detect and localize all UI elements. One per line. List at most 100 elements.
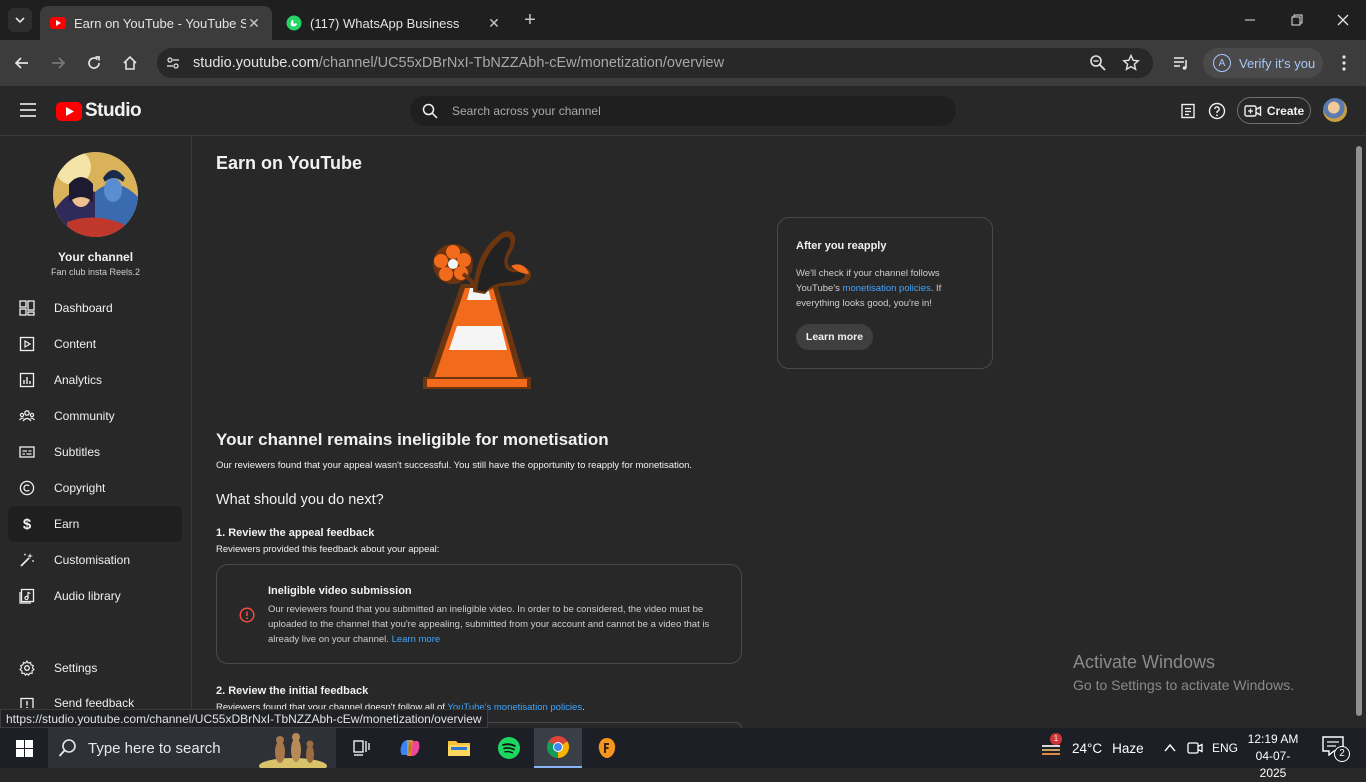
home-icon	[123, 55, 137, 70]
sidebar-item-label: Subtitles	[54, 445, 101, 459]
url-host: studio.youtube.com	[193, 55, 319, 71]
close-tab-icon[interactable]: ✕	[486, 15, 502, 32]
forward-button[interactable]	[46, 51, 70, 75]
error-icon	[239, 607, 255, 623]
channel-avatar[interactable]	[53, 152, 138, 237]
sidebar-item-label: Settings	[54, 661, 98, 675]
reload-icon	[88, 56, 100, 69]
task-view-icon	[353, 740, 370, 756]
monetisation-policies-link[interactable]: monetisation policies	[843, 283, 931, 294]
hamburger-menu-icon[interactable]	[19, 102, 37, 118]
bookmark-star-icon[interactable]	[1122, 53, 1140, 72]
weather-widget[interactable]: 1 24°C Haze	[1040, 733, 1144, 763]
windows-logo-icon	[15, 739, 33, 757]
site-info-icon[interactable]	[164, 54, 182, 72]
weather-description: Haze	[1112, 740, 1144, 756]
create-button[interactable]: Create	[1237, 97, 1311, 124]
close-window-button[interactable]	[1333, 10, 1353, 30]
taskbar-spotify-button[interactable]	[494, 733, 524, 763]
tab-whatsapp-business[interactable]: (117) WhatsApp Business ✕	[276, 6, 512, 40]
create-label: Create	[1266, 103, 1305, 118]
minimize-window-button[interactable]	[1240, 10, 1260, 30]
learn-more-button[interactable]: Learn more	[796, 324, 873, 350]
verify-label: Verify it's you	[1239, 55, 1316, 71]
sidebar-item-settings[interactable]: Settings	[8, 650, 182, 686]
weather-icon: 1	[1040, 733, 1062, 759]
studio-logo[interactable]: Studio	[56, 100, 142, 122]
sidebar-item-label: Customisation	[54, 553, 131, 567]
sidebar-item-analytics[interactable]: Analytics	[8, 362, 182, 398]
task-view-button[interactable]	[347, 733, 377, 763]
show-hidden-icons-button[interactable]	[1162, 740, 1178, 756]
create-video-icon	[1244, 104, 1262, 117]
notification-count-badge: 2	[1334, 746, 1350, 762]
back-button[interactable]	[10, 51, 34, 75]
restore-window-button[interactable]	[1287, 10, 1307, 30]
sidebar-item-label: Dashboard	[54, 301, 113, 315]
input-language-indicator[interactable]: ENG	[1212, 741, 1238, 755]
account-avatar[interactable]	[1323, 98, 1347, 122]
taskbar-search-placeholder: Type here to search	[88, 739, 221, 757]
reapply-card-text: We'll check if your channel follows YouT…	[796, 266, 976, 311]
sidebar-item-send-feedback[interactable]: Send feedback	[8, 686, 182, 708]
notification-center-button[interactable]: 2	[1322, 736, 1350, 762]
media-controls-icon[interactable]	[1172, 54, 1190, 72]
feedback-learn-more-link[interactable]: Learn more	[392, 634, 441, 645]
youtube-logo-icon	[56, 101, 82, 121]
tab-search-button[interactable]	[8, 8, 32, 32]
tab-title: Earn on YouTube - YouTube Stu	[74, 15, 246, 31]
tab-earn-on-youtube[interactable]: Earn on YouTube - YouTube Stu ✕	[40, 6, 272, 40]
new-tab-button[interactable]: +	[520, 10, 540, 30]
sidebar-item-subtitles[interactable]: Subtitles	[8, 434, 182, 470]
taskbar-clock[interactable]: 12:19 AM 04-07-2025	[1244, 731, 1302, 782]
close-tab-icon[interactable]: ✕	[246, 15, 262, 32]
feedback-card-body: Our reviewers found that you submitted a…	[268, 604, 710, 645]
audio-library-icon	[18, 587, 36, 605]
sidebar-item-community[interactable]: Community	[8, 398, 182, 434]
spotify-icon	[498, 737, 520, 759]
feedback-icon[interactable]	[1180, 103, 1196, 119]
sidebar-item-customisation[interactable]: Customisation	[8, 542, 182, 578]
sidebar-item-audio-library[interactable]: Audio library	[8, 578, 182, 614]
taskbar-chrome-button[interactable]	[534, 728, 582, 768]
windows-start-button[interactable]	[0, 728, 48, 768]
home-button[interactable]	[118, 51, 142, 75]
sidebar-item-dashboard[interactable]: Dashboard	[8, 290, 182, 326]
verify-profile-button[interactable]: A Verify it's you	[1203, 48, 1323, 78]
next-steps-title: What should you do next?	[216, 492, 384, 508]
step-1-text: Reviewers provided this feedback about y…	[216, 544, 440, 555]
youtube-studio-favicon-icon	[50, 17, 66, 29]
url-text[interactable]: studio.youtube.com/channel/UC55xDBrNxI-T…	[193, 55, 724, 71]
step-1-title: 1. Review the appeal feedback	[216, 527, 375, 539]
sidebar-item-label: Earn	[54, 517, 80, 531]
chrome-icon	[547, 736, 569, 758]
whatsapp-icon	[286, 15, 302, 31]
feedback-card-title: Ineligible video submission	[268, 585, 412, 597]
taskbar-search-input[interactable]: Type here to search	[48, 728, 336, 768]
reload-button[interactable]	[82, 51, 106, 75]
link-status-bar: https://studio.youtube.com/channel/UC55x…	[0, 709, 488, 728]
magic-wand-icon	[18, 551, 36, 569]
page-scrollbar[interactable]	[1356, 146, 1362, 716]
sidebar-item-copyright[interactable]: Copyright	[8, 470, 182, 506]
taskbar-copilot-button[interactable]	[395, 733, 425, 763]
arrow-left-icon	[14, 57, 28, 69]
chevron-up-icon	[1164, 743, 1176, 752]
sidebar-item-content[interactable]: Content	[8, 326, 182, 362]
content-icon	[18, 335, 36, 353]
url-path: /channel/UC55xDBrNxI-TbNZZAbh-cEw/moneti…	[318, 55, 725, 71]
sidebar-item-label: Analytics	[54, 373, 103, 387]
help-icon[interactable]	[1208, 102, 1226, 120]
zoom-icon[interactable]	[1089, 54, 1107, 72]
meet-now-icon[interactable]	[1187, 740, 1203, 756]
taskbar-file-explorer-button[interactable]	[444, 733, 474, 763]
weather-temperature: 24°C	[1072, 740, 1103, 756]
channel-title: Your channel	[57, 250, 134, 264]
sidebar-item-earn[interactable]: $ Earn	[8, 506, 182, 542]
folder-icon	[448, 741, 470, 756]
browser-menu-icon[interactable]	[1336, 54, 1352, 72]
weather-alert-badge: 1	[1050, 733, 1062, 745]
channel-search-input[interactable]: Search across your channel	[410, 96, 956, 126]
page-title: Earn on YouTube	[216, 153, 363, 173]
taskbar-fl-studio-button[interactable]	[592, 733, 622, 763]
